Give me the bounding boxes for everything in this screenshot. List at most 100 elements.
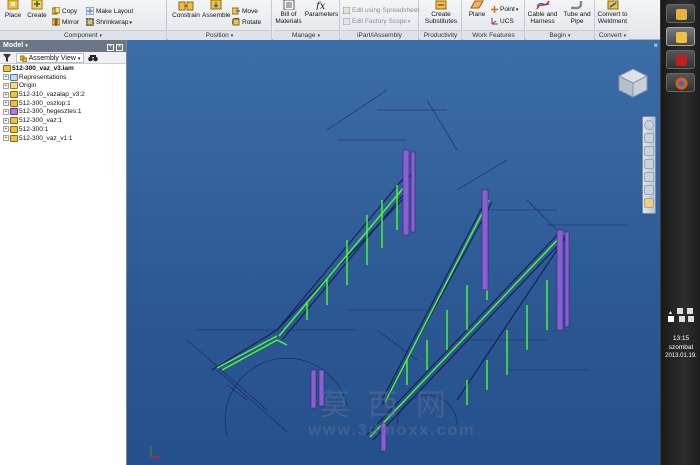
part-icon: [10, 99, 18, 107]
browser-header: Model ▾ + ×: [0, 40, 126, 52]
place-icon: [7, 0, 19, 10]
tree-node-component[interactable]: +512-300_vaz_v1:1: [0, 134, 126, 144]
panel-expand-icon[interactable]: ▾: [100, 33, 103, 39]
assembly-icon: [3, 65, 11, 72]
assembly-view-icon: [19, 55, 28, 63]
place-button[interactable]: Place: [3, 0, 23, 19]
navigation-bar: [642, 116, 656, 214]
browser-add-icon[interactable]: +: [107, 44, 115, 51]
ucs-icon: [491, 17, 498, 25]
panel-expand-icon[interactable]: ▾: [231, 33, 234, 39]
taskbar-app-button[interactable]: [666, 4, 695, 23]
find-icon[interactable]: [88, 54, 98, 62]
constrain-icon: [178, 1, 194, 11]
expand-toggle-icon[interactable]: +: [3, 126, 9, 133]
battery-icon[interactable]: [678, 316, 685, 322]
fx-icon: fx: [315, 1, 326, 10]
expand-toggle-icon[interactable]: +: [3, 100, 9, 107]
manage-panel-label: Manage ▾: [273, 30, 339, 40]
graphics-viewport[interactable]: × 莫西网 www.3dmoxx.com: [127, 40, 660, 465]
copy-icon: [52, 7, 60, 15]
ipart-panel-label: iPart/iAssembly: [341, 30, 418, 40]
system-tray: ▴ 13:15 szombat 2013.01.19.: [661, 308, 700, 361]
plane-button[interactable]: Plane: [464, 0, 490, 18]
expand-toggle-icon[interactable]: +: [3, 108, 9, 115]
constrain-button[interactable]: Constrain: [170, 0, 202, 19]
convert-panel: Convert to Weldment Convert ▾: [596, 0, 660, 40]
tray-icons: ▴: [661, 308, 700, 334]
point-button[interactable]: Point▾: [491, 5, 518, 15]
mirror-button[interactable]: Mirror: [52, 18, 79, 28]
taskbar-app-button[interactable]: [666, 73, 695, 92]
orbit-icon[interactable]: [644, 159, 654, 169]
tube-and-pipe-button[interactable]: Tube and Pipe: [560, 0, 594, 25]
expand-toggle-icon[interactable]: +: [3, 74, 9, 81]
browser-close-icon[interactable]: ×: [116, 44, 123, 51]
zoom-icon[interactable]: [644, 146, 654, 156]
view-mode-dropdown[interactable]: Assembly View ▾: [16, 53, 85, 63]
part-icon: [10, 117, 18, 125]
folder-icon: [10, 82, 18, 90]
representations-icon: [10, 73, 18, 81]
navbar-options-icon[interactable]: [644, 198, 654, 208]
taskbar-app-button[interactable]: [666, 50, 695, 69]
tree-node-component[interactable]: +512-300_vaz:1: [0, 117, 126, 126]
cable-and-harness-button[interactable]: Cable and Harness: [526, 0, 559, 25]
home-view-icon[interactable]: [644, 185, 654, 195]
convert-panel-label: Convert ▾: [596, 30, 629, 40]
expand-toggle-icon[interactable]: +: [3, 117, 9, 124]
assemble-button[interactable]: Assemble: [202, 0, 231, 19]
filter-icon[interactable]: [3, 54, 11, 62]
expand-toggle-icon[interactable]: +: [3, 82, 9, 89]
tree-node-origin[interactable]: + Origin: [0, 82, 126, 91]
move-icon: [232, 7, 240, 15]
layout-icon: [86, 7, 94, 16]
create-substitutes-button[interactable]: Create Substitutes: [420, 0, 462, 25]
display-icon[interactable]: [688, 316, 695, 322]
tree-root-assembly[interactable]: 512-300_vaz_v3.iam: [0, 65, 126, 74]
edit-factory-scope-button[interactable]: Edit Factory Scope▾: [343, 17, 410, 27]
substitutes-icon: [435, 0, 447, 10]
rotate-icon: [232, 18, 240, 26]
weldment-part-icon: [10, 108, 18, 116]
shrinkwrap-button[interactable]: Shrinkwrap▾: [86, 18, 132, 28]
panel-expand-icon[interactable]: ▾: [317, 33, 320, 39]
flag-icon[interactable]: [667, 316, 674, 322]
tree-node-component[interactable]: +512-310_vazalap_v3:2: [0, 91, 126, 100]
make-layout-button[interactable]: Make Layout: [86, 7, 133, 17]
clock-time[interactable]: 13:15: [661, 334, 700, 343]
tree-node-component[interactable]: +512-300_oszlop:1: [0, 99, 126, 109]
look-at-icon[interactable]: [644, 172, 654, 182]
expand-toggle-icon[interactable]: +: [3, 91, 9, 98]
taskbar-app-button[interactable]: [666, 27, 695, 46]
tree-node-component[interactable]: +512-300_hegesztes:1: [0, 108, 126, 117]
ipart-panel: Edit using Spreadsheet Edit Factory Scop…: [341, 0, 419, 40]
svg-text:fx: fx: [315, 1, 326, 10]
tree-node-component[interactable]: +512-300:1: [0, 125, 126, 135]
clock-day: szombat: [668, 344, 694, 351]
browser-title-dropdown-icon[interactable]: ▾: [25, 43, 28, 49]
tree-node-representations[interactable]: + Representations: [0, 73, 126, 83]
steering-wheel-icon[interactable]: [644, 120, 654, 130]
ucs-button[interactable]: UCS: [491, 17, 514, 27]
bill-of-materials-button[interactable]: Bill of Materials: [273, 0, 304, 25]
point-icon: [491, 5, 498, 13]
panel-expand-icon[interactable]: ▾: [568, 33, 571, 39]
volume-icon[interactable]: [686, 308, 693, 314]
parameters-button[interactable]: fx Parameters: [304, 0, 339, 18]
watermark-logo-text: 莫西网: [320, 388, 464, 423]
convert-to-weldment-button[interactable]: Convert to Weldment: [596, 0, 629, 25]
rotate-button[interactable]: Rotate: [232, 18, 261, 28]
move-button[interactable]: Move: [232, 7, 258, 17]
expand-toggle-icon[interactable]: +: [3, 135, 9, 141]
pan-icon[interactable]: [644, 133, 654, 143]
edit-using-spreadsheet-button[interactable]: Edit using Spreadsheet: [343, 6, 419, 16]
bom-icon: [283, 0, 294, 10]
copy-button[interactable]: Copy: [52, 7, 77, 17]
panel-expand-icon[interactable]: ▾: [624, 33, 627, 39]
position-panel-label: Position ▾: [168, 30, 271, 40]
network-icon[interactable]: [677, 308, 683, 314]
create-button[interactable]: Create: [26, 0, 48, 19]
viewcube[interactable]: [616, 66, 650, 100]
mirror-icon: [52, 18, 60, 27]
